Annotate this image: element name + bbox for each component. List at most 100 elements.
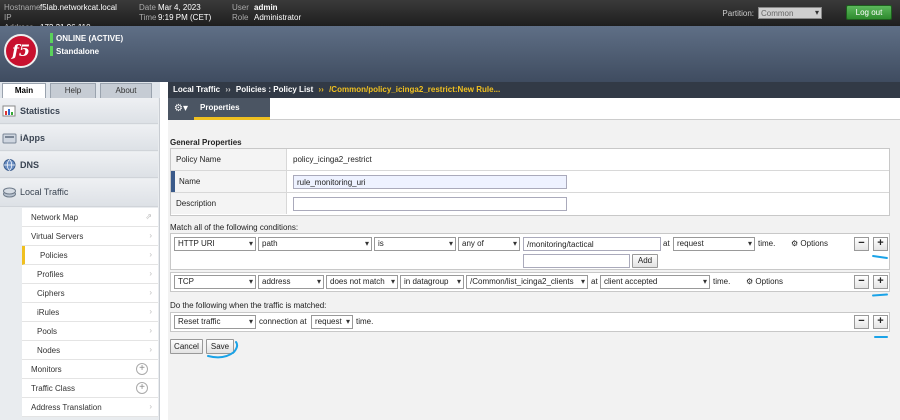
chevron-right-icon: › (149, 288, 152, 297)
breadcrumb-local-traffic[interactable]: Local Traffic (173, 85, 220, 94)
sidebar-item-virtual-servers[interactable]: Virtual Servers › (22, 227, 158, 246)
user-label: User (232, 3, 249, 12)
partition-label: Partition: (722, 8, 754, 18)
f5-logo[interactable]: f5 (4, 34, 38, 68)
link-icon: ⇗ (145, 212, 152, 221)
connection-at-label: connection at (259, 317, 307, 326)
gear-icon[interactable]: ⚙▾ (168, 98, 194, 120)
remove-condition-2-button[interactable]: − (854, 275, 869, 289)
condition-qualifier-select[interactable]: in datagroup (400, 275, 464, 289)
sidebar-section-dns[interactable]: DNS (0, 152, 158, 178)
sidebar-item-ciphers[interactable]: Ciphers › (22, 284, 158, 303)
add-action-button[interactable]: + (873, 315, 888, 329)
condition-qualifier-select[interactable]: any of (458, 237, 520, 251)
sidebar-item-label: Nodes (37, 346, 61, 355)
add-condition-2-button[interactable]: + (873, 275, 888, 289)
sidebar-section-label: Statistics (20, 106, 61, 116)
condition-options-link[interactable]: ⚙ Options (791, 239, 828, 248)
sidebar-item-irules[interactable]: iRules › (22, 303, 158, 322)
sidebar-item-policies[interactable]: Policies › (22, 246, 158, 265)
tab-about[interactable]: About (100, 83, 152, 98)
sidebar-section-label: Local Traffic (20, 187, 69, 197)
sidebar-section-statistics[interactable]: Statistics (0, 98, 158, 124)
sidebar-item-pools[interactable]: Pools › (22, 322, 158, 341)
chevron-right-icon: › (149, 326, 152, 335)
condition-operator-select[interactable]: is (374, 237, 456, 251)
condition-operator-select[interactable]: does not match (326, 275, 398, 289)
partition-select[interactable]: Common (758, 7, 822, 19)
tab-help[interactable]: Help (50, 83, 96, 98)
add-monitor-icon[interactable]: + (136, 363, 148, 375)
time-label: Time (139, 13, 157, 22)
sidebar-item-monitors[interactable]: Monitors + (22, 360, 158, 379)
sidebar-item-label: iRules (37, 308, 60, 317)
sidebar-item-label: Traffic Class (31, 384, 76, 393)
condition-selector-select[interactable]: address (258, 275, 324, 289)
actions-heading: Do the following when the traffic is mat… (170, 301, 327, 310)
at-label: at (591, 277, 598, 286)
add-condition-1-button[interactable]: + (873, 237, 888, 251)
general-properties-heading: General Properties (170, 138, 242, 147)
condition-datagroup-select[interactable]: /Common/list_icinga2_clients (466, 275, 588, 289)
action-event-select[interactable]: request (311, 315, 353, 329)
sidebar-item-profiles[interactable]: Profiles › (22, 265, 158, 284)
iapps-icon (2, 133, 17, 144)
remove-action-button[interactable]: − (854, 315, 869, 329)
condition-operand-select[interactable]: TCP (174, 275, 256, 289)
main-content: General Properties Policy Name policy_ic… (168, 120, 900, 420)
description-row: Description (171, 193, 889, 215)
sidebar-section-label: iApps (20, 133, 46, 143)
rule-name-input[interactable]: rule_monitoring_uri (293, 175, 567, 189)
condition-selector-select[interactable]: path (258, 237, 372, 251)
at-label: at (663, 239, 670, 248)
policy-name-value: policy_icinga2_restrict (293, 155, 372, 164)
sidebar-item-nodes[interactable]: Nodes › (22, 341, 158, 360)
role-label: Role (232, 13, 249, 22)
time-value: 9:19 PM (CET) (158, 13, 212, 22)
policy-name-label: Policy Name (171, 149, 287, 170)
sidebar-item-label: Virtual Servers (31, 232, 84, 241)
condition-event-select[interactable]: client accepted (600, 275, 710, 289)
sidebar-section-local-traffic[interactable]: Local Traffic (0, 179, 158, 207)
sidebar-section-iapps[interactable]: iApps (0, 125, 158, 151)
condition-value-input[interactable]: /monitoring/tactical (523, 237, 661, 251)
logout-button[interactable]: Log out (846, 5, 892, 20)
condition-options-link[interactable]: ⚙ Options (746, 277, 783, 286)
name-label: Name (171, 171, 287, 192)
chevron-right-icon: › (149, 402, 152, 411)
sidebar-item-label: Network Map (31, 213, 79, 222)
breadcrumb: Local Traffic ›› Policies : Policy List … (168, 82, 900, 98)
date-value: Mar 4, 2023 (158, 3, 201, 12)
breadcrumb-current: /Common/policy_icinga2_restrict:New Rule… (329, 85, 501, 94)
condition-event-select[interactable]: request (673, 237, 755, 251)
sidebar-item-label: Ciphers (37, 289, 65, 298)
top-bar: Hostnamef5lab.networkcat.local IP Addres… (0, 0, 900, 32)
action-select[interactable]: Reset traffic (174, 315, 256, 329)
cancel-button[interactable]: Cancel (170, 339, 203, 354)
options-label: Options (755, 277, 783, 286)
partition-selector: Partition: Common (722, 7, 822, 19)
condition-add-button[interactable]: Add (632, 254, 658, 268)
tab-main[interactable]: Main (2, 83, 46, 98)
status-online: ONLINE (ACTIVE) (56, 34, 124, 43)
chevron-right-icon: › (149, 345, 152, 354)
annotation-mark (207, 341, 239, 359)
general-properties-table: Policy Name policy_icinga2_restrict Name… (170, 148, 890, 216)
remove-condition-1-button[interactable]: − (854, 237, 869, 251)
sidebar-item-label: Pools (37, 327, 58, 336)
condition-operand-select[interactable]: HTTP URI (174, 237, 256, 251)
sidebar-item-traffic-class[interactable]: Traffic Class + (22, 379, 158, 398)
add-traffic-class-icon[interactable]: + (136, 382, 148, 394)
condition-add-value-input[interactable] (523, 254, 630, 268)
breadcrumb-policy-list[interactable]: Policies : Policy List (236, 85, 313, 94)
chevron-right-icon: › (149, 307, 152, 316)
sidebar-item-network-map[interactable]: Network Map ⇗ (22, 208, 158, 227)
description-input[interactable] (293, 197, 567, 211)
local-traffic-icon (3, 187, 16, 198)
annotation-mark (871, 293, 889, 297)
chevron-right-icon: › (149, 269, 152, 278)
sidebar-item-label: Address Translation (31, 403, 102, 412)
tab-properties[interactable]: Properties (194, 98, 270, 120)
condition-row-2: TCP address does not match in datagroup … (170, 272, 890, 292)
sidebar-item-address-translation[interactable]: Address Translation › (22, 398, 158, 417)
